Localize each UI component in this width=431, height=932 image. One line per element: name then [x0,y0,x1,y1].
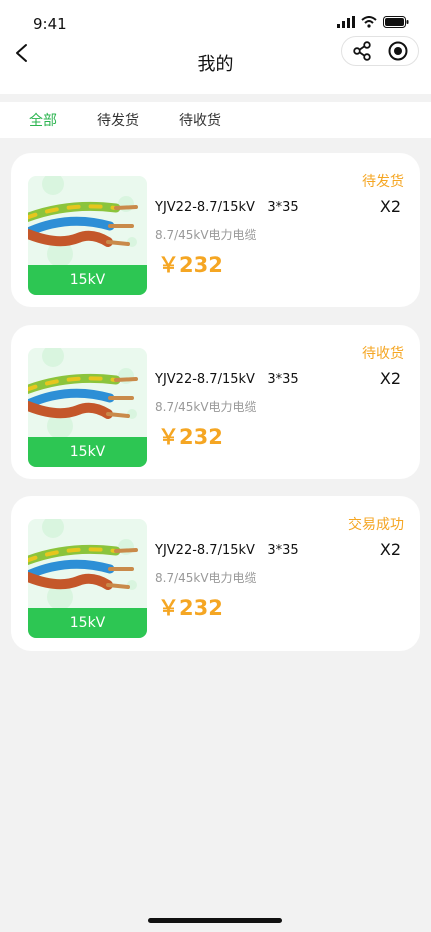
share-icon[interactable] [352,41,372,61]
header-gap [0,94,431,102]
order-tabs: 全部 待发货 待收货 [0,102,431,138]
product-image: 15kV [28,176,147,295]
voltage-label: 15kV [28,608,147,638]
voltage-label: 15kV [28,437,147,467]
tab-to-receive[interactable]: 待收货 [179,110,221,130]
product-desc: 8.7/45kV电力电缆 [155,571,257,585]
order-status: 待收货 [362,346,404,362]
product-name: YJV22-8.7/15kV 3*35 [155,543,299,558]
product-price: ￥232 [158,253,223,277]
signal-icon [337,16,355,28]
status-icons [337,16,409,28]
close-mini-program-icon[interactable] [388,41,408,61]
status-time: 9:41 [33,15,67,33]
order-quantity: X2 [379,540,401,559]
order-quantity: X2 [379,369,401,388]
voltage-label: 15kV [28,265,147,295]
home-indicator [148,918,282,923]
order-quantity: X2 [379,197,401,216]
product-image: 15kV [28,348,147,467]
tab-all[interactable]: 全部 [29,110,57,130]
battery-icon [383,16,409,28]
product-name: YJV22-8.7/15kV 3*35 [155,200,299,215]
tab-to-ship[interactable]: 待发货 [97,110,139,130]
top-bar: 9:41 我的 [0,0,431,94]
product-price: ￥232 [158,596,223,620]
order-card[interactable]: 15kV 待发货 X2 YJV22-8.7/15kV 3*35 8.7/45kV… [11,153,420,307]
wifi-icon [361,16,377,28]
order-card[interactable]: 15kV 待收货 X2 YJV22-8.7/15kV 3*35 8.7/45kV… [11,325,420,479]
order-card[interactable]: 15kV 交易成功 X2 YJV22-8.7/15kV 3*35 8.7/45k… [11,496,420,651]
product-desc: 8.7/45kV电力电缆 [155,400,257,414]
product-image: 15kV [28,519,147,638]
order-status: 待发货 [362,174,404,190]
mini-program-capsule [341,36,419,66]
product-name: YJV22-8.7/15kV 3*35 [155,372,299,387]
product-price: ￥232 [158,425,223,449]
product-desc: 8.7/45kV电力电缆 [155,228,257,242]
order-status: 交易成功 [348,517,404,533]
